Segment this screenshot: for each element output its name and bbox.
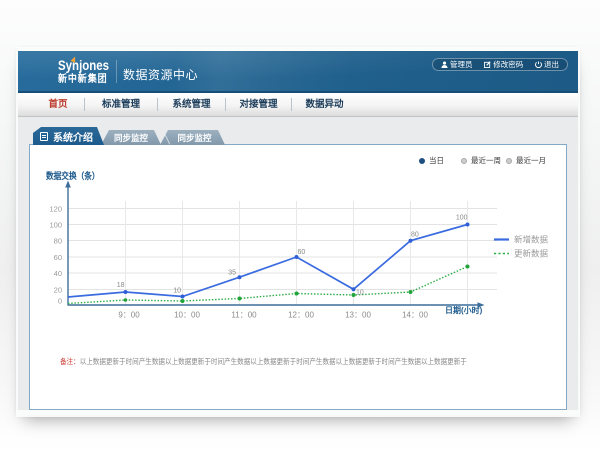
svg-text:日期(小时): 日期(小时): [445, 305, 483, 315]
svg-text:35: 35: [228, 270, 236, 277]
svg-text:18: 18: [117, 282, 125, 289]
svg-text:20: 20: [54, 286, 62, 295]
svg-text:11：00: 11：00: [231, 311, 257, 320]
svg-text:12：00: 12：00: [288, 311, 314, 320]
svg-text:0: 0: [58, 297, 62, 306]
svg-text:13：00: 13：00: [345, 311, 371, 320]
svg-text:100: 100: [49, 221, 62, 230]
svg-text:更新数据: 更新数据: [514, 249, 549, 259]
svg-text:80: 80: [411, 232, 419, 239]
svg-text:10: 10: [356, 290, 364, 297]
svg-text:60: 60: [54, 253, 62, 262]
svg-text:100: 100: [456, 215, 468, 222]
svg-text:10: 10: [173, 288, 181, 295]
svg-text:新增数据: 新增数据: [514, 235, 549, 245]
svg-text:120: 120: [49, 205, 62, 214]
svg-text:80: 80: [54, 237, 62, 246]
svg-text:10：00: 10：00: [174, 311, 200, 320]
svg-text:40: 40: [54, 269, 62, 278]
svg-text:60: 60: [298, 249, 306, 256]
svg-text:9：00: 9：00: [118, 311, 140, 320]
svg-text:14：00: 14：00: [402, 311, 428, 320]
